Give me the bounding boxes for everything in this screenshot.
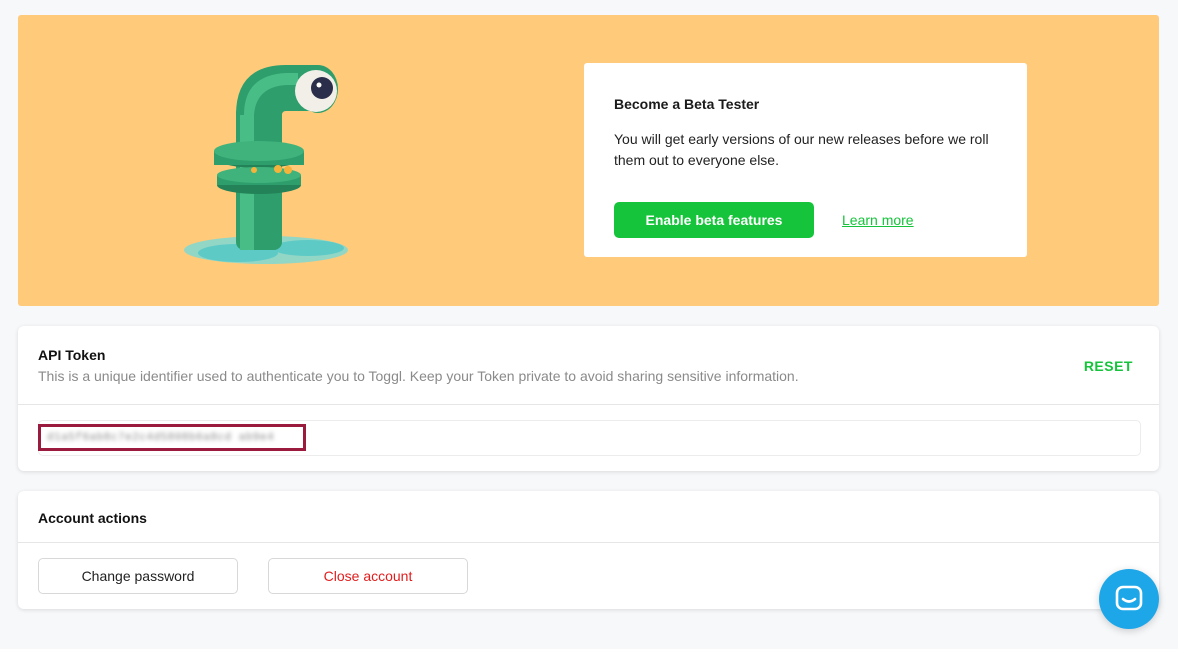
account-actions-card: Account actions Change password Close ac… xyxy=(18,491,1159,609)
chat-launcher-button[interactable] xyxy=(1099,569,1159,629)
beta-title: Become a Beta Tester xyxy=(614,96,760,112)
change-password-button[interactable]: Change password xyxy=(38,558,238,594)
beta-actions: Enable beta features Learn more xyxy=(614,202,914,238)
account-actions-header: Account actions xyxy=(18,491,1159,543)
account-actions-row: Change password Close account xyxy=(18,543,1159,609)
api-token-title: API Token xyxy=(38,347,106,363)
api-token-card: API Token This is a unique identifier us… xyxy=(18,326,1159,471)
beta-banner: Become a Beta Tester You will get early … xyxy=(18,15,1159,306)
api-token-value: d1a5f6ab8c7e2c4d5808b6a8cd ab9e4 xyxy=(47,431,275,444)
api-token-value-highlight[interactable]: d1a5f6ab8c7e2c4d5808b6a8cd ab9e4 xyxy=(38,424,306,451)
beta-description: You will get early versions of our new r… xyxy=(614,131,989,168)
close-account-button[interactable]: Close account xyxy=(268,558,468,594)
beta-tester-card: Become a Beta Tester You will get early … xyxy=(584,63,1027,257)
account-actions-title: Account actions xyxy=(38,510,147,526)
enable-beta-button[interactable]: Enable beta features xyxy=(614,202,814,238)
api-token-row: d1a5f6ab8c7e2c4d5808b6a8cd ab9e4 xyxy=(18,405,1159,471)
reset-token-button[interactable]: RESET xyxy=(1084,358,1133,374)
learn-more-link[interactable]: Learn more xyxy=(842,212,914,228)
chat-bubble-icon xyxy=(1115,585,1143,611)
api-token-description: This is a unique identifier used to auth… xyxy=(38,368,799,384)
periscope-mascot-illustration xyxy=(184,65,348,264)
api-token-header: API Token This is a unique identifier us… xyxy=(18,326,1159,405)
